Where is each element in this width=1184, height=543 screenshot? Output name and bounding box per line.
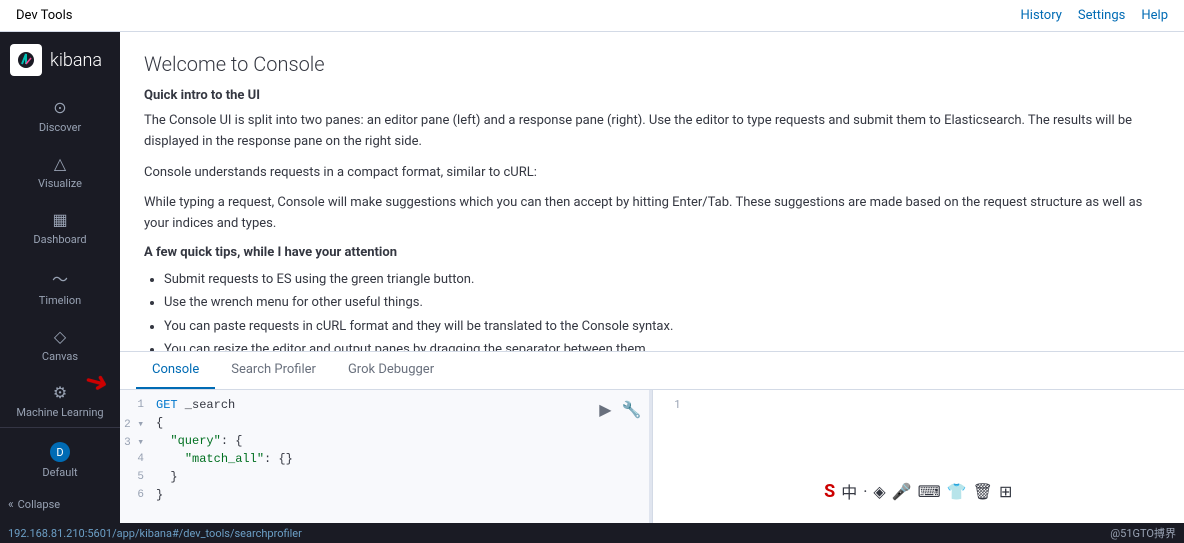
editor-area: ▶ 🔧 1 GET _search 2 ▾ { 3 ▾ "query": { [120,390,1184,523]
sidebar-item-label: Discover [39,121,81,134]
sidebar-logo-text: kibana [50,50,102,71]
tab-grok-debugger[interactable]: Grok Debugger [332,352,450,389]
sidebar-item-canvas[interactable]: ◇ Canvas [0,317,120,373]
ime-s-icon[interactable]: S [824,481,835,502]
timelion-icon: 〜 [52,266,68,290]
paragraph-3: While typing a request, Console will mak… [144,193,1160,235]
editor-line-5: 5 } [120,470,652,488]
tip-3: You can paste requests in cURL format an… [164,315,1160,338]
sidebar: kibana ⊙ Discover △ Visualize ▦ Dashboar… [0,32,120,523]
sidebar-item-default[interactable]: D Default [0,432,120,489]
sidebar-item-visualize[interactable]: △ Visualize [0,144,120,200]
top-bar-actions: History Settings Help [1021,8,1168,23]
tips-title: A few quick tips, while I have your atte… [144,245,1160,260]
dashboard-icon: ▦ [52,210,67,229]
sidebar-item-timelion[interactable]: 〜 Timelion [0,256,120,317]
tips-list: Submit requests to ES using the green tr… [144,268,1160,352]
ime-shirt-icon[interactable]: 👕 [947,482,967,501]
tip-1: Submit requests to ES using the green tr… [164,268,1160,291]
ml-icon: ⚙ [53,383,67,402]
run-button[interactable]: ▶ [597,398,613,422]
editor-content[interactable]: 1 GET _search 2 ▾ { 3 ▾ "query": { 4 "ma… [120,390,652,523]
welcome-title: Welcome to Console [144,52,1160,76]
paragraph-2: Console understands requests in a compac… [144,163,1160,184]
resize-handle[interactable] [649,390,652,523]
sidebar-nav: ⊙ Discover △ Visualize ▦ Dashboard 〜 Tim… [0,88,120,427]
ime-zh-icon[interactable]: 中 [841,479,857,503]
tab-console[interactable]: Console [136,352,215,389]
ime-settings-icon[interactable]: ◈ [873,482,885,501]
status-url: 192.168.81.210:5601/app/kibana#/dev_tool… [8,527,302,540]
editor-line-3: 3 ▾ "query": { [120,434,652,452]
status-right: @51GTO搏界 [1110,525,1176,541]
canvas-icon: ◇ [54,327,66,346]
visualize-icon: △ [54,154,66,173]
kibana-logo-icon [10,44,42,76]
settings-link[interactable]: Settings [1078,8,1125,23]
ime-punct-icon[interactable]: · [863,482,867,501]
help-link[interactable]: Help [1141,8,1168,23]
tip-2: Use the wrench menu for other useful thi… [164,291,1160,314]
sidebar-collapse-button[interactable]: « Collapse [0,489,120,519]
sidebar-item-discover[interactable]: ⊙ Discover [0,88,120,144]
sidebar-item-label: Default [42,466,77,479]
history-link[interactable]: History [1021,8,1062,23]
top-bar: Dev Tools History Settings Help [0,0,1184,32]
quick-intro-heading: Quick intro to the UI [144,88,1160,103]
sidebar-item-label: Timelion [39,294,81,307]
top-bar-title: Dev Tools [16,8,72,23]
editor-line-6: 6 } [120,488,652,506]
sidebar-item-label: Canvas [42,350,78,363]
editor-line-1: 1 GET _search [120,398,652,416]
sidebar-logo: kibana [0,32,120,88]
ime-trash-icon[interactable]: 🗑 [973,482,993,501]
content-area: Welcome to Console Quick intro to the UI… [120,32,1184,523]
sidebar-bottom: D Default « Collapse [0,427,120,523]
welcome-pane: Welcome to Console Quick intro to the UI… [120,32,1184,352]
ime-mic-icon[interactable]: 🎤 [892,482,912,501]
editor-line-2: 2 ▾ { [120,416,652,434]
editor-line-4: 4 "match_all": {} [120,452,652,470]
response-line-numbers: 1 [653,390,689,411]
sidebar-item-label: Machine Learning [16,406,103,419]
status-bar: 192.168.81.210:5601/app/kibana#/dev_tool… [0,523,1184,543]
main-layout: kibana ⊙ Discover △ Visualize ▦ Dashboar… [0,32,1184,523]
sidebar-item-dashboard[interactable]: ▦ Dashboard [0,200,120,256]
wrench-button[interactable]: 🔧 [620,398,644,422]
default-icon: D [50,442,70,462]
ime-grid-icon[interactable]: ⊞ [999,482,1012,501]
collapse-icon: « [8,497,14,511]
sidebar-item-label: Dashboard [33,233,86,246]
discover-icon: ⊙ [53,98,66,117]
paragraph-1: The Console UI is split into two panes: … [144,111,1160,153]
dev-tools-tabs: Console Search Profiler Grok Debugger [120,352,1184,390]
sidebar-item-machine-learning[interactable]: ⚙ Machine Learning [0,373,120,427]
ime-keyboard-icon[interactable]: ⌨ [918,482,941,501]
collapse-label: Collapse [18,498,60,511]
editor-pane[interactable]: ▶ 🔧 1 GET _search 2 ▾ { 3 ▾ "query": { [120,390,653,523]
editor-toolbar: ▶ 🔧 [597,398,643,422]
ime-toolbar: S 中 · ◈ 🎤 ⌨ 👕 🗑 ⊞ [816,475,1020,507]
response-pane: 1 S 中 · ◈ 🎤 ⌨ 👕 🗑 ⊞ [653,390,1184,523]
sidebar-item-label: Visualize [38,177,82,190]
tab-search-profiler[interactable]: Search Profiler [215,352,332,389]
tip-4: You can resize the editor and output pan… [164,338,1160,352]
